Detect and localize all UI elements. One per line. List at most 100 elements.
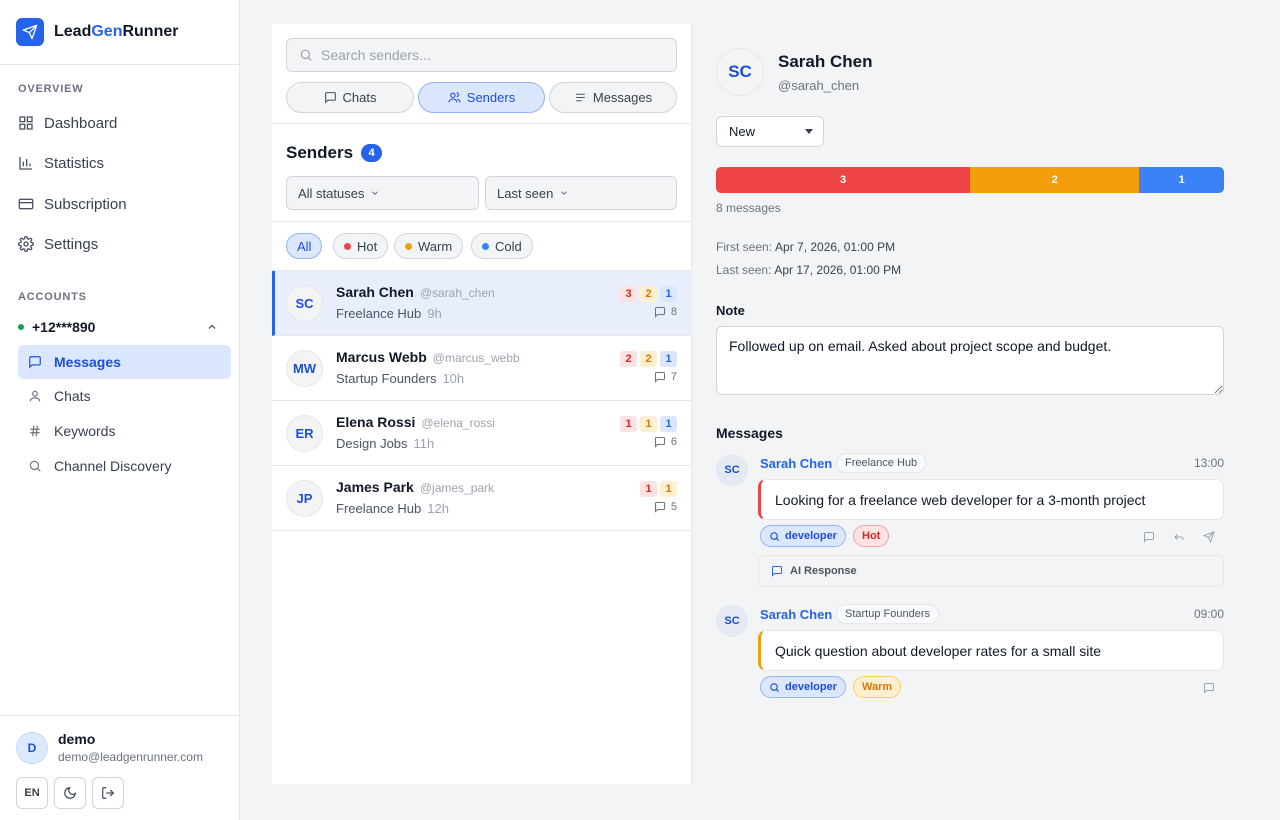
search-input[interactable] <box>321 47 661 63</box>
search-icon <box>769 682 780 693</box>
warm-count-badge: 1 <box>660 481 677 497</box>
account-chats-label: Chats <box>54 388 91 404</box>
message-icon <box>654 371 666 383</box>
account-chats[interactable]: Chats <box>18 379 231 413</box>
sort-select[interactable]: Last seen <box>485 176 677 210</box>
online-status-dot <box>18 324 24 330</box>
message-avatar: SC <box>716 454 748 486</box>
keyword-text: developer <box>785 530 837 542</box>
tab-senders[interactable]: Senders <box>418 82 545 113</box>
chip-hot[interactable]: Hot <box>333 233 389 259</box>
keyword-tag[interactable]: developer <box>760 525 846 547</box>
sender-row[interactable]: ER Elena Rossi @elena_rossi Design Jobs 11… <box>272 401 692 466</box>
last-seen-value: Apr 17, 2026, 01:00 PM <box>774 263 902 277</box>
hot-count-badge: 3 <box>620 286 637 302</box>
tab-chats[interactable]: Chats <box>286 82 414 113</box>
logout-icon <box>101 786 115 800</box>
tab-senders-label: Senders <box>466 90 516 105</box>
chip-all[interactable]: All <box>286 233 323 259</box>
nav-statistics[interactable]: Statistics <box>18 146 230 180</box>
comment-icon[interactable] <box>1203 682 1215 694</box>
sender-row[interactable]: JP James Park @james_park Freelance Hub 12… <box>272 466 692 531</box>
reply-icon[interactable] <box>1173 531 1185 543</box>
cold-segment: 1 <box>1139 167 1224 193</box>
account-keywords[interactable]: Keywords <box>18 414 231 448</box>
message-group-badge: Freelance Hub <box>836 453 927 473</box>
sender-name: James Park @james_park <box>336 479 494 495</box>
keyword-tag[interactable]: developer <box>760 676 846 698</box>
brand: Lead Gen Runner <box>0 0 239 65</box>
detail-handle: @sarah_chen <box>778 78 860 93</box>
tab-messages-label: Messages <box>592 90 653 105</box>
message-icon <box>771 565 783 577</box>
account-toggle[interactable]: +12***890 <box>18 316 230 338</box>
message-bubble: Looking for a freelance web developer fo… <box>758 479 1224 520</box>
sender-row[interactable]: SC Sarah Chen @sarah_chen Freelance Hub 9h… <box>272 271 692 336</box>
sidebar: Lead Gen Runner OVERVIEW Dashboard Statist… <box>0 0 240 820</box>
note-textarea[interactable]: Followed up on email. Asked about projec… <box>716 326 1224 395</box>
nav-subscription[interactable]: Subscription <box>18 187 230 221</box>
sender-name-text: Sarah Chen <box>336 284 414 300</box>
senders-panel: Chats Senders Messages Senders 4 All sta… <box>272 24 692 784</box>
hot-dot <box>344 242 351 250</box>
message-count-value: 7 <box>670 371 677 383</box>
overview-label: OVERVIEW <box>18 83 84 95</box>
chip-warm[interactable]: Warm <box>394 233 464 259</box>
moon-icon <box>63 786 77 800</box>
message-avatar: SC <box>716 605 748 637</box>
tab-messages[interactable]: Messages <box>549 82 677 113</box>
sender-group-text: Freelance Hub <box>336 501 422 516</box>
account-messages[interactable]: Messages <box>18 345 231 379</box>
brand-name-part: Lead <box>54 23 92 40</box>
lead-status-select[interactable]: New <box>716 116 824 147</box>
account-messages-label: Messages <box>54 354 121 370</box>
count-badge: 4 <box>361 144 383 162</box>
message-icon <box>28 355 42 369</box>
status-filter-select[interactable]: All statuses <box>286 176 479 210</box>
cold-count-badge: 1 <box>660 416 677 432</box>
sender-avatar: ER <box>286 415 323 452</box>
sender-group: Freelance Hub 12h <box>336 501 449 516</box>
sender-handle: @james_park <box>419 481 495 495</box>
lead-badges: 3 2 1 <box>620 286 677 302</box>
comment-icon[interactable] <box>1143 531 1155 543</box>
chip-cold[interactable]: Cold <box>471 233 533 259</box>
sender-group-text: Design Jobs <box>336 436 408 451</box>
account-keywords-label: Keywords <box>54 423 116 439</box>
message-count: 5 <box>654 501 677 513</box>
message-time: 13:00 <box>1193 456 1224 470</box>
caret-down-icon <box>805 129 813 134</box>
status-tag: Warm <box>853 676 902 698</box>
first-seen-label: First seen: <box>716 240 773 254</box>
nav-settings[interactable]: Settings <box>18 227 230 261</box>
language-button[interactable]: EN <box>16 777 48 809</box>
divider <box>272 221 692 222</box>
credit-card-icon <box>18 196 34 212</box>
cold-dot <box>482 242 489 250</box>
chip-warm-label: Warm <box>418 238 453 254</box>
sender-group: Startup Founders 10h <box>336 371 464 386</box>
message-icon <box>654 306 666 318</box>
send-icon[interactable] <box>1203 531 1215 543</box>
send-logo-icon <box>16 18 44 46</box>
message-icon <box>654 501 666 513</box>
keyword-text: developer <box>785 681 837 693</box>
ai-response-button[interactable]: AI Response <box>758 555 1224 587</box>
nav-dashboard[interactable]: Dashboard <box>18 106 230 140</box>
warm-dot <box>405 242 412 250</box>
sender-ago: 9h <box>427 306 442 321</box>
nav-subscription-label: Subscription <box>44 195 127 213</box>
status-tag: Hot <box>853 525 890 547</box>
message-count-value: 5 <box>670 501 677 513</box>
logout-button[interactable] <box>92 777 124 809</box>
search-box[interactable] <box>286 38 677 72</box>
sender-row[interactable]: MW Marcus Webb @marcus_webb Startup Found… <box>272 336 692 401</box>
lead-status-value: New <box>729 124 756 139</box>
user-icon <box>28 389 42 403</box>
theme-toggle-button[interactable] <box>54 777 86 809</box>
account-channel-discovery[interactable]: Channel Discovery <box>18 449 231 483</box>
brand-name: Lead Gen Runner <box>54 23 178 41</box>
message-count: 8 <box>654 306 677 318</box>
hot-count-badge: 2 <box>620 351 637 367</box>
divider <box>272 123 692 124</box>
